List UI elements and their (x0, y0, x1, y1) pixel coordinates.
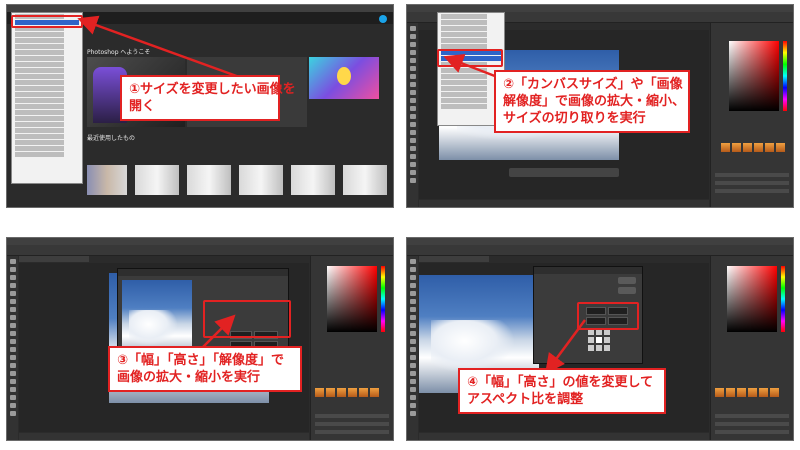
tools-panel[interactable] (7, 256, 18, 440)
color-picker-field[interactable] (327, 266, 377, 332)
right-panel-dock (710, 23, 793, 207)
list-item[interactable] (315, 414, 389, 418)
hue-slider[interactable] (781, 266, 785, 332)
tools-panel[interactable] (407, 23, 418, 207)
menu-bar[interactable] (7, 5, 393, 20)
color-picker-field[interactable] (729, 41, 779, 111)
list-item[interactable] (315, 422, 389, 426)
callout-line: サイズの切り取りを実行 (503, 111, 646, 126)
recent-thumb[interactable] (187, 165, 231, 195)
callout-line: 解像度」で画像の拡大・縮小、 (503, 94, 686, 109)
recent-thumb[interactable] (239, 165, 283, 195)
hue-slider[interactable] (783, 41, 787, 111)
home-welcome-title: Photoshop へようこそ (87, 49, 151, 56)
contextual-taskbar[interactable] (509, 168, 619, 177)
status-bar (19, 433, 309, 440)
tools-panel[interactable] (407, 256, 418, 440)
list-item[interactable] (715, 422, 789, 426)
highlight-size-fields (203, 300, 291, 338)
recent-files-title: 最近使用したもの (87, 135, 136, 142)
menu-bar[interactable] (7, 238, 393, 253)
featured-card-gradient[interactable] (309, 57, 379, 99)
recent-thumb[interactable] (343, 165, 387, 195)
ok-button[interactable] (618, 277, 636, 284)
highlight-width-height-fields (577, 302, 639, 330)
callout-line: アスペクト比を調整 (467, 392, 584, 407)
menu-bar[interactable] (407, 5, 793, 20)
status-bar (419, 200, 709, 207)
document-tab[interactable] (419, 256, 489, 262)
dialog-title-bar (118, 269, 288, 276)
callout-line: ①サイズを変更したい画像を (129, 82, 296, 97)
list-item[interactable] (715, 414, 789, 418)
document-tab[interactable] (19, 256, 89, 262)
anchor-grid[interactable] (588, 329, 610, 351)
lightbulb-icon (337, 67, 351, 85)
callout-step-3: ③「幅」「高さ」「解像度」で 画像の拡大・縮小を実行 (108, 346, 302, 392)
callout-step-1: ①サイズを変更したい画像を 開く (120, 75, 296, 121)
dialog-title-bar (534, 267, 642, 274)
file-menu[interactable] (11, 12, 83, 184)
adjustment-presets[interactable] (715, 388, 779, 397)
callout-step-4: ④「幅」「高さ」の値を変更して アスペクト比を調整 (458, 368, 666, 414)
callout-line: 画像の拡大・縮小を実行 (117, 370, 261, 385)
callout-line: ③「幅」「高さ」「解像度」で (117, 353, 285, 368)
list-item[interactable] (715, 181, 789, 185)
options-bar (7, 245, 393, 256)
menu-bar[interactable] (407, 238, 793, 253)
color-picker-field[interactable] (727, 266, 777, 332)
right-panel-dock (710, 256, 793, 440)
cancel-button[interactable] (618, 287, 636, 294)
recent-thumb[interactable] (291, 165, 335, 195)
adjustment-presets[interactable] (721, 143, 785, 152)
list-item[interactable] (715, 430, 789, 434)
recent-thumb[interactable] (135, 165, 179, 195)
list-item[interactable] (715, 173, 789, 177)
status-bar (419, 433, 709, 440)
callout-line: 開く (129, 99, 156, 114)
callout-line: ④「幅」「高さ」の値を変更して (467, 375, 654, 390)
screenshot-panel-image-size-dialog (6, 237, 394, 441)
right-panel-dock (310, 256, 393, 440)
options-bar (407, 245, 793, 256)
highlight-open-menu-item (11, 15, 83, 28)
hue-slider[interactable] (381, 266, 385, 332)
avatar[interactable] (379, 15, 387, 23)
list-item[interactable] (315, 430, 389, 434)
adjustment-presets[interactable] (315, 388, 379, 397)
list-item[interactable] (715, 189, 789, 193)
recent-thumb[interactable] (87, 165, 127, 195)
callout-line: ②「カンバスサイズ」や「画像 (503, 77, 683, 92)
callout-step-2: ②「カンバスサイズ」や「画像 解像度」で画像の拡大・縮小、 サイズの切り取りを実… (494, 70, 690, 133)
highlight-size-menu-items (437, 49, 503, 67)
